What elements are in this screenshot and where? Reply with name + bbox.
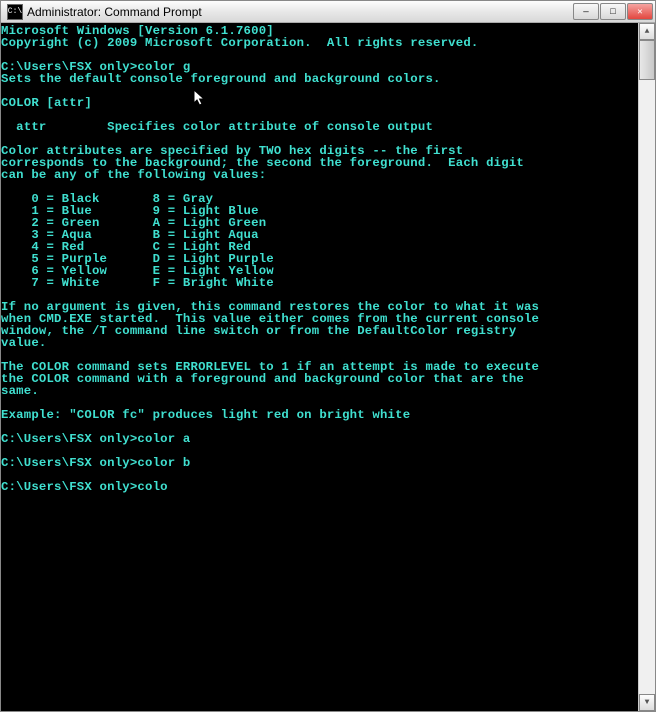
scroll-up-button[interactable]: ▲ (639, 23, 655, 40)
maximize-button[interactable]: □ (600, 3, 626, 20)
scroll-thumb[interactable] (639, 40, 655, 80)
minimize-button[interactable]: — (573, 3, 599, 20)
window-title: Administrator: Command Prompt (27, 5, 573, 19)
vertical-scrollbar[interactable]: ▲ ▼ (638, 23, 655, 711)
console-area[interactable]: Microsoft Windows [Version 6.1.7600] Cop… (1, 23, 655, 711)
scroll-down-button[interactable]: ▼ (639, 694, 655, 711)
window-controls: — □ ✕ (573, 3, 653, 20)
title-bar[interactable]: C:\ Administrator: Command Prompt — □ ✕ (1, 1, 655, 23)
console-output: Microsoft Windows [Version 6.1.7600] Cop… (1, 25, 655, 493)
app-window: C:\ Administrator: Command Prompt — □ ✕ … (0, 0, 656, 712)
close-button[interactable]: ✕ (627, 3, 653, 20)
window-icon: C:\ (7, 4, 23, 20)
window-icon-label: C:\ (8, 7, 22, 16)
